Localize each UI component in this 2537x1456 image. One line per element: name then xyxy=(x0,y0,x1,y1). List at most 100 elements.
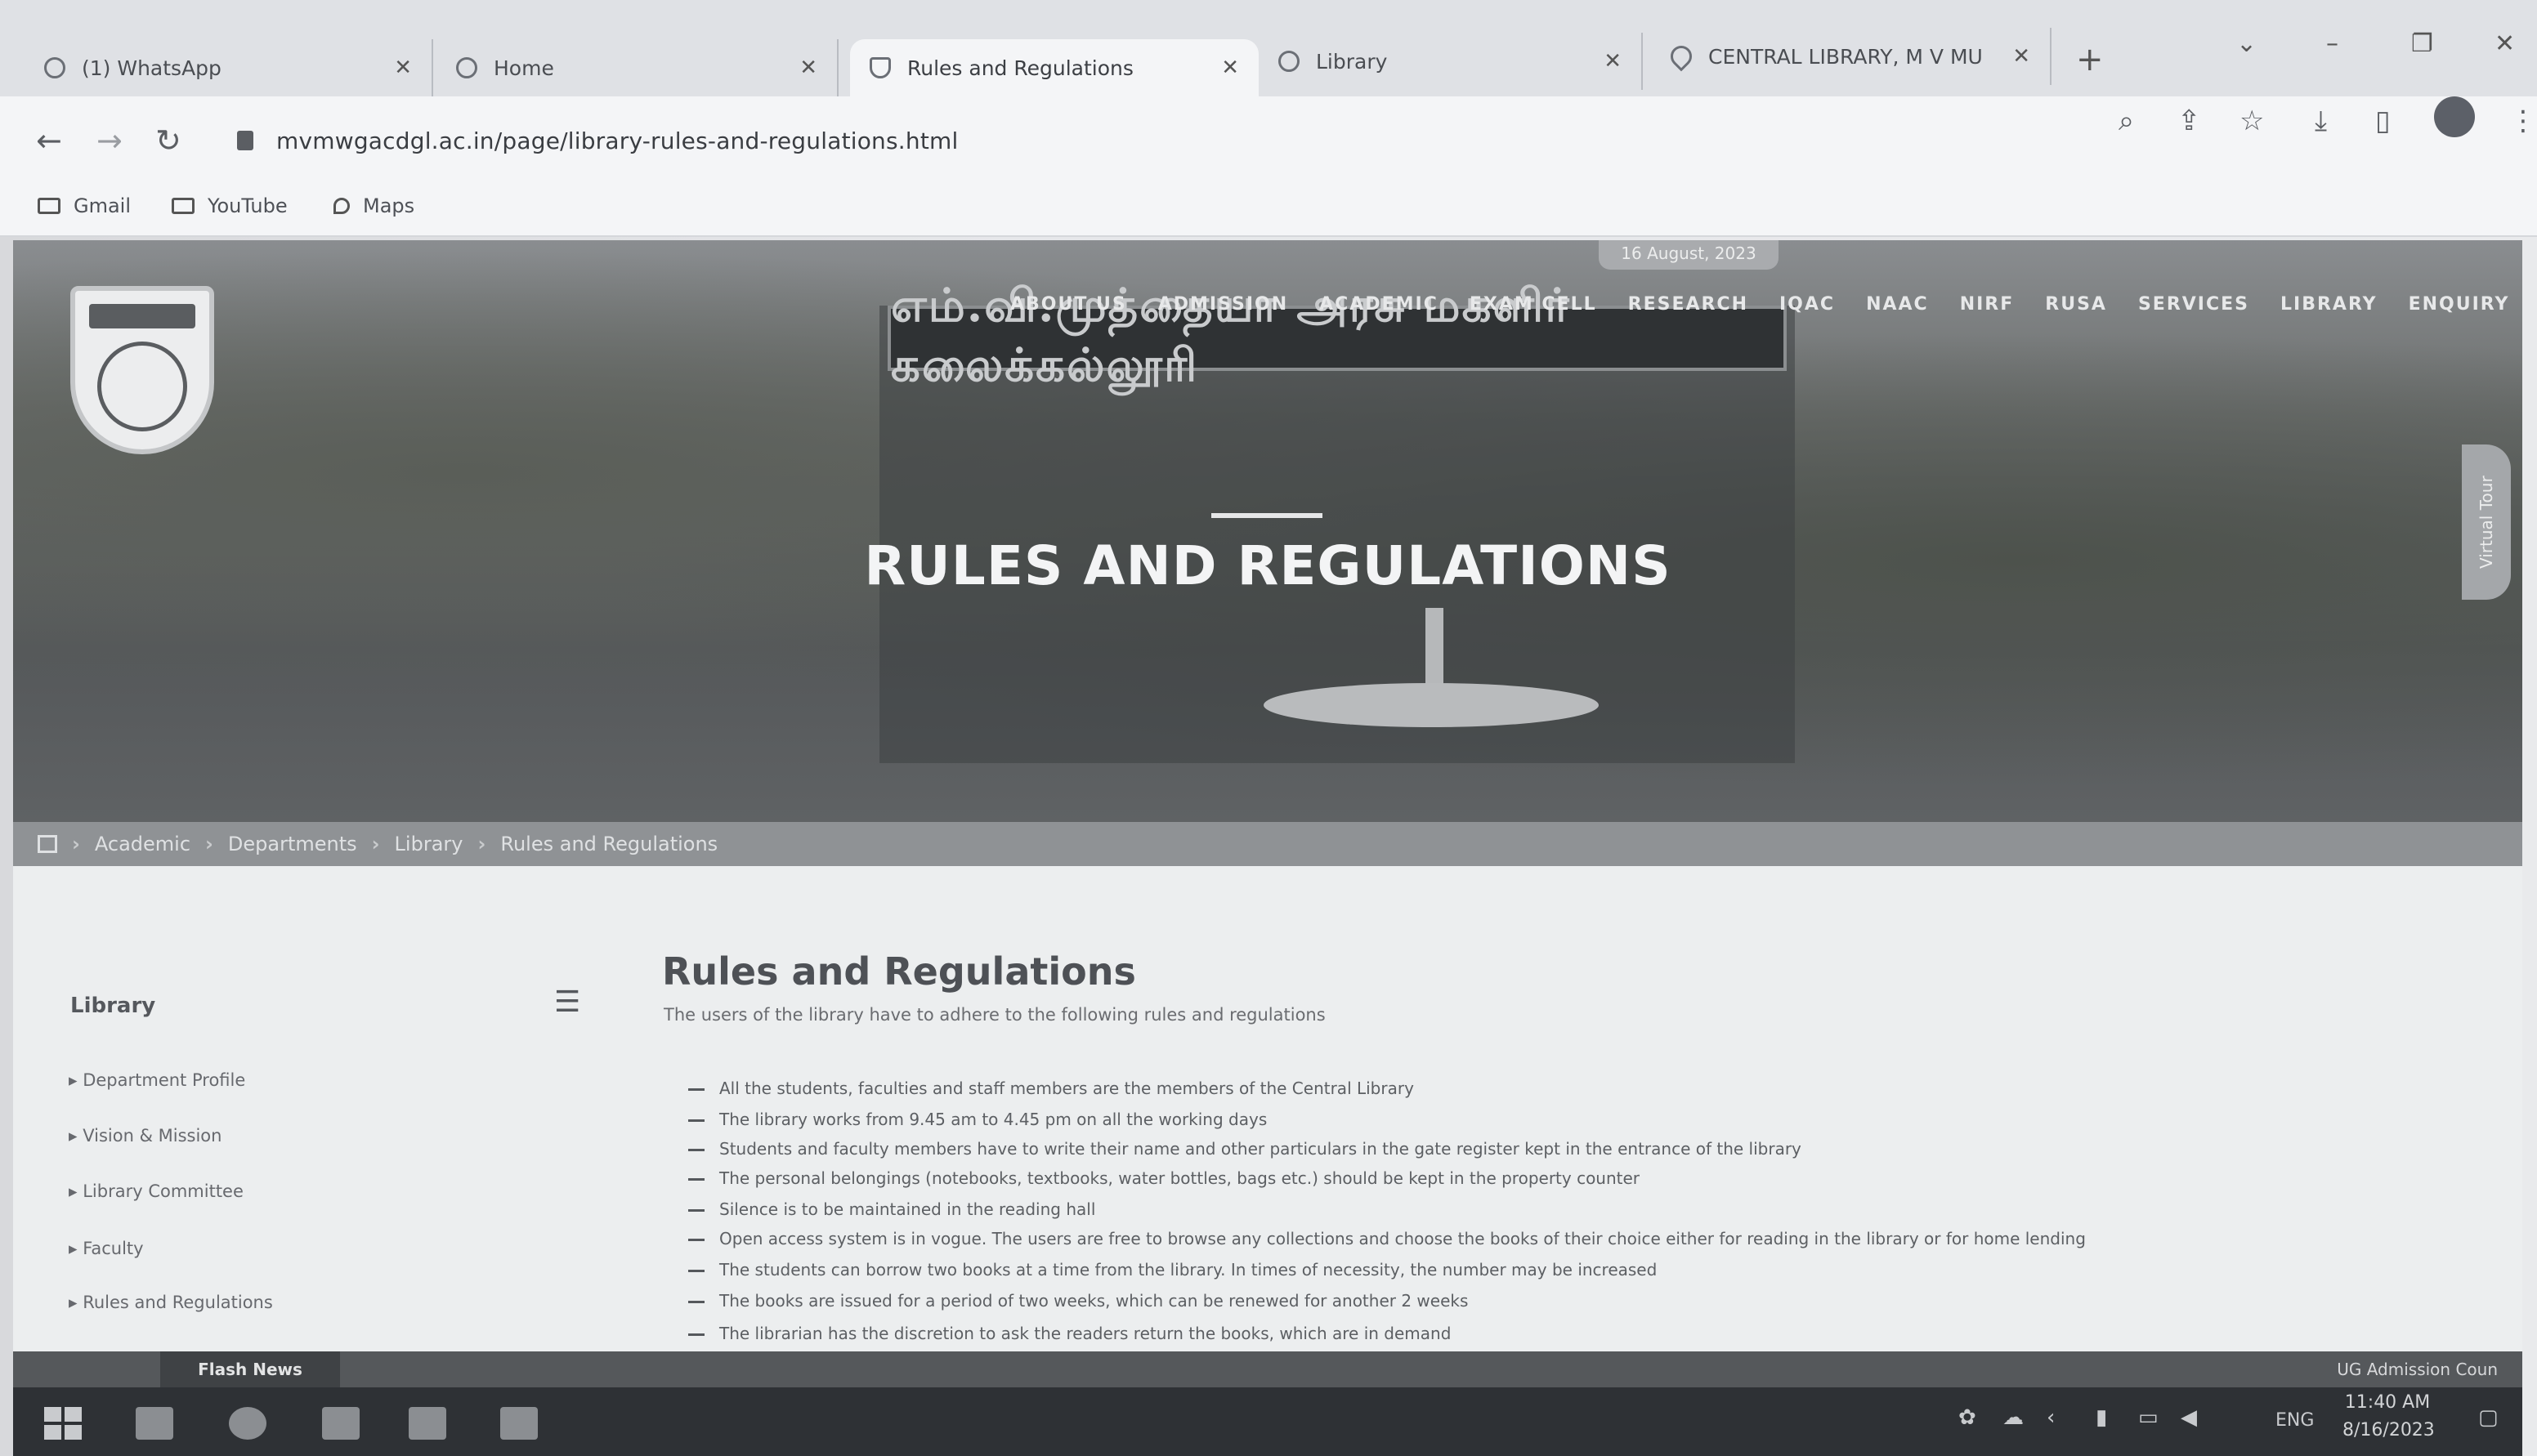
close-icon[interactable]: ✕ xyxy=(2012,44,2030,69)
virtual-tour-button[interactable]: Virtual Tour xyxy=(2462,444,2511,600)
tab-library[interactable]: Library ✕ xyxy=(1259,33,1643,90)
share-icon[interactable]: ⇪ xyxy=(2177,105,2201,137)
rule-text: The books are issued for a period of two… xyxy=(719,1291,1469,1311)
college-logo[interactable] xyxy=(70,286,214,454)
nav-enquiry[interactable]: ENQUIRY xyxy=(2409,294,2510,315)
tab-central-library[interactable]: CENTRAL LIBRARY, M V MU ✕ xyxy=(1651,28,2052,85)
language-indicator[interactable]: ENG xyxy=(2275,1410,2314,1431)
sidebar-item-department-profile[interactable]: ▸ Department Profile xyxy=(69,1070,245,1090)
tab-home[interactable]: Home ✕ xyxy=(436,39,839,96)
nav-academic[interactable]: ACADEMIC xyxy=(1319,294,1439,315)
nav-about-us[interactable]: ABOUT US xyxy=(1010,294,1127,315)
dash-bullet xyxy=(688,1239,705,1241)
rule-item: The librarian has the discretion to ask … xyxy=(688,1324,1451,1343)
lock-icon[interactable] xyxy=(237,131,253,150)
bookmark-maps[interactable]: Maps xyxy=(333,194,414,217)
map-pin-icon xyxy=(333,198,350,214)
bookmark-star-icon[interactable]: ☆ xyxy=(2239,105,2264,137)
forward-arrow-icon[interactable]: → xyxy=(96,123,123,159)
date-badge: 16 August, 2023 xyxy=(1599,240,1779,270)
close-icon[interactable]: ✕ xyxy=(394,56,412,80)
nav-naac[interactable]: NAAC xyxy=(1866,294,1929,315)
breadcrumb-library[interactable]: Library xyxy=(395,833,463,855)
dash-bullet xyxy=(688,1301,705,1303)
dash-bullet xyxy=(688,1178,705,1181)
bookmark-youtube[interactable]: YouTube xyxy=(172,194,288,217)
home-icon[interactable] xyxy=(38,835,57,853)
sidebar-item-label: Department Profile xyxy=(83,1070,246,1090)
close-window-button[interactable]: ✕ xyxy=(2494,29,2515,58)
rule-text: The students can borrow two books at a t… xyxy=(719,1260,1658,1280)
flash-news-ticker[interactable]: UG Admission Coun xyxy=(2337,1360,2498,1379)
tab-search-chevron-icon[interactable]: ⌄ xyxy=(2236,29,2257,58)
sidebar-item-library-committee[interactable]: ▸ Library Committee xyxy=(69,1181,244,1201)
battery-icon[interactable]: ▮ xyxy=(2096,1405,2107,1430)
tray-cloud-icon[interactable]: ☁ xyxy=(2002,1405,2024,1430)
breadcrumb-separator: › xyxy=(477,833,486,855)
map-pin-icon xyxy=(1666,41,1697,72)
sidebar-item-rules-and-regulations[interactable]: ▸ Rules and Regulations xyxy=(69,1293,273,1312)
screen: (1) WhatsApp ✕ Home ✕ Rules and Regulati… xyxy=(0,0,2537,1456)
breadcrumb: › Academic › Departments › Library › Rul… xyxy=(13,822,2522,866)
taskbar-app-icon[interactable] xyxy=(500,1407,538,1440)
reload-icon[interactable]: ↻ xyxy=(155,123,181,159)
rule-text: Students and faculty members have to wri… xyxy=(719,1139,1801,1159)
network-icon[interactable]: ▭ xyxy=(2138,1405,2159,1430)
breadcrumb-departments[interactable]: Departments xyxy=(228,833,357,855)
volume-icon[interactable]: ◀ xyxy=(2181,1405,2197,1430)
nav-research[interactable]: RESEARCH xyxy=(1628,294,1748,315)
close-icon[interactable]: ✕ xyxy=(1221,56,1239,80)
download-icon[interactable]: ⤓ xyxy=(2315,105,2327,137)
minimize-button[interactable]: – xyxy=(2326,29,2338,58)
restore-button[interactable]: ❐ xyxy=(2411,29,2433,58)
file-explorer-icon[interactable] xyxy=(136,1407,173,1440)
sidebar-item-label: Rules and Regulations xyxy=(83,1293,273,1312)
side-panel-icon[interactable]: ▯ xyxy=(2375,105,2391,137)
clock-time: 11:40 AM xyxy=(2344,1392,2431,1413)
tab-label: Library xyxy=(1316,49,1388,74)
address-bar[interactable]: mvmwgacdgl.ac.in/page/library-rules-and-… xyxy=(276,127,958,154)
taskbar-app-icon[interactable] xyxy=(322,1407,360,1440)
notifications-icon[interactable]: ▢ xyxy=(2478,1405,2499,1430)
word-icon[interactable] xyxy=(409,1407,446,1440)
breadcrumb-separator: › xyxy=(72,833,80,855)
rule-item: The students can borrow two books at a t… xyxy=(688,1260,1657,1280)
main-nav: ABOUT US ADMISSION ACADEMIC EXAM CELL RE… xyxy=(1010,294,2509,315)
tray-app-icon[interactable]: ✿ xyxy=(1958,1405,1976,1430)
nav-nirf[interactable]: NIRF xyxy=(1960,294,2015,315)
rule-item: The library works from 9.45 am to 4.45 p… xyxy=(688,1110,1267,1129)
sidebar-menu-icon[interactable]: ☰ xyxy=(554,985,580,1019)
bookmark-gmail[interactable]: Gmail xyxy=(38,194,131,217)
tab-rules-and-regulations[interactable]: Rules and Regulations ✕ xyxy=(850,39,1259,96)
bookmark-label: Maps xyxy=(363,194,415,217)
tray-chevron-icon[interactable]: ‹ xyxy=(2047,1405,2055,1430)
close-icon[interactable]: ✕ xyxy=(799,56,817,80)
sidebar-item-faculty[interactable]: ▸ Faculty xyxy=(69,1239,144,1258)
sidebar-item-vision-mission[interactable]: ▸ Vision & Mission xyxy=(69,1126,221,1146)
rule-item: The books are issued for a period of two… xyxy=(688,1291,1468,1311)
chrome-icon[interactable] xyxy=(229,1407,266,1440)
taskbar-clock[interactable]: 11:40 AM 8/16/2023 xyxy=(2342,1389,2435,1445)
nav-iqac[interactable]: IQAC xyxy=(1779,294,1835,315)
profile-avatar[interactable] xyxy=(2434,96,2475,137)
new-tab-button[interactable]: + xyxy=(2076,41,2104,78)
rule-item: All the students, faculties and staff me… xyxy=(688,1079,1414,1098)
fountain-post xyxy=(1425,608,1443,690)
nav-services[interactable]: SERVICES xyxy=(2138,294,2249,315)
close-icon[interactable]: ✕ xyxy=(1604,49,1622,74)
menu-kebab-icon[interactable]: ⋮ xyxy=(2509,105,2537,137)
rule-item: Students and faculty members have to wri… xyxy=(688,1139,1801,1159)
back-arrow-icon[interactable]: ← xyxy=(36,123,62,159)
nav-library[interactable]: LIBRARY xyxy=(2280,294,2378,315)
tab-whatsapp[interactable]: (1) WhatsApp ✕ xyxy=(25,39,433,96)
nav-admission[interactable]: ADMISSION xyxy=(1158,294,1288,315)
nav-exam-cell[interactable]: EXAM CELL xyxy=(1470,294,1597,315)
windows-start-icon[interactable] xyxy=(44,1407,82,1440)
dash-bullet xyxy=(688,1333,705,1336)
sidebar-item-label: Faculty xyxy=(83,1239,144,1258)
breadcrumb-academic[interactable]: Academic xyxy=(95,833,190,855)
nav-rusa[interactable]: RUSA xyxy=(2045,294,2107,315)
bookmark-label: Gmail xyxy=(74,194,132,217)
zoom-search-icon[interactable]: ⌕ xyxy=(2119,105,2134,137)
dash-bullet xyxy=(688,1088,705,1091)
